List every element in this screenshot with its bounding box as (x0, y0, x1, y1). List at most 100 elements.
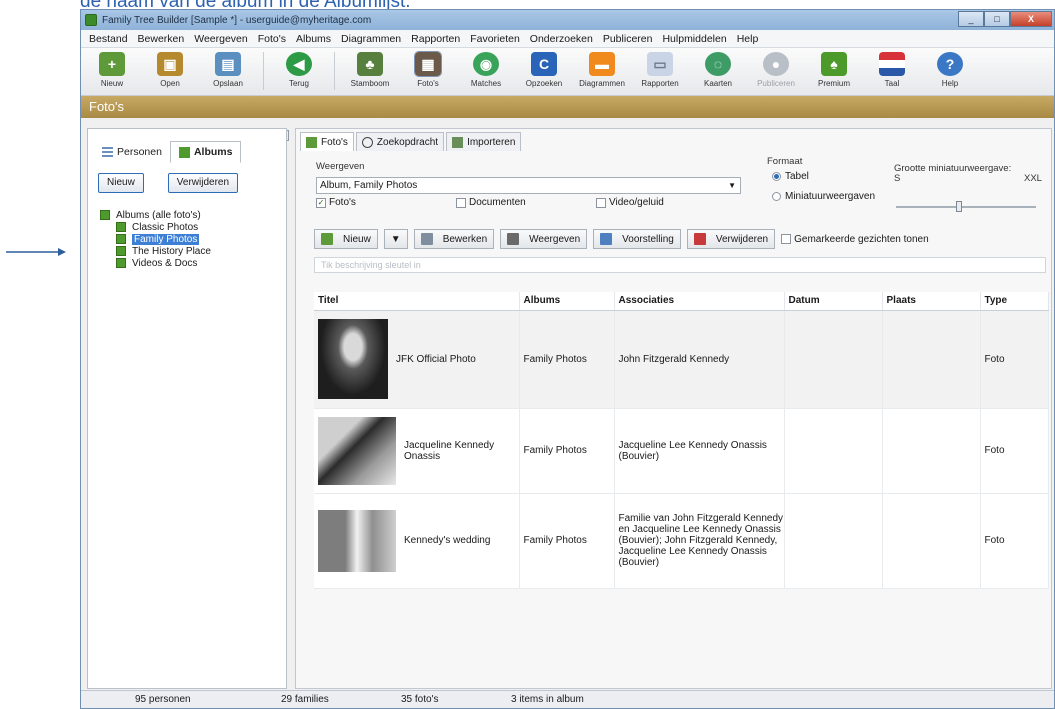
menu-albums[interactable]: Albums (291, 33, 336, 45)
tree-label: Albums (alle foto's) (116, 209, 201, 221)
toolbar: + Nieuw ▣ Open ▤ Opslaan ◀ Terug ♣ Stamboom ▦… (81, 48, 1054, 96)
status-families: 29 families (281, 694, 329, 705)
delete-photo-button[interactable]: Verwijderen (686, 229, 776, 249)
new-icon: + (99, 52, 125, 76)
menu-weergeven[interactable]: Weergeven (189, 33, 253, 45)
tree-item-classic-photos[interactable]: Classic Photos (100, 221, 286, 233)
thumb-size-max: XXL (1024, 173, 1042, 184)
video-checkbox[interactable]: Video/geluid (596, 197, 664, 208)
new-photo-icon (321, 233, 333, 245)
toolbar-matches-button[interactable]: ◉ Matches (463, 52, 509, 88)
close-button[interactable]: X (1010, 11, 1052, 27)
column-header-date[interactable]: Datum (784, 292, 883, 311)
section-title: Foto's (81, 96, 1054, 118)
tree-item-history-place[interactable]: The History Place (100, 245, 286, 257)
photos-checkbox[interactable]: ✓ Foto's (316, 197, 356, 208)
view-label: Weergeven (316, 161, 365, 172)
menu-hulpmiddelen[interactable]: Hulpmiddelen (657, 33, 731, 45)
left-pane: Personen Albums Nieuw Verwijderen Albums… (87, 128, 287, 689)
minimize-button[interactable]: _ (958, 11, 984, 27)
column-header-place[interactable]: Plaats (882, 292, 981, 311)
toolbar-tree-button[interactable]: ♣ Stamboom (347, 52, 393, 88)
tab-fotos[interactable]: Foto's (300, 132, 354, 151)
format-table-radio[interactable]: Tabel (772, 171, 809, 182)
radio-icon (772, 192, 781, 201)
view-icon (507, 233, 520, 245)
menu-fotos[interactable]: Foto's (253, 33, 291, 45)
toolbar-reports-button[interactable]: ▭ Rapporten (637, 52, 683, 88)
toolbar-map-button[interactable]: ◌ Kaarten (695, 52, 741, 88)
toolbar-publish-button[interactable]: ● Publiceren (753, 52, 799, 88)
tab-label: Zoekopdracht (376, 136, 439, 148)
menu-bewerken[interactable]: Bewerken (133, 33, 190, 45)
column-header-associations[interactable]: Associaties (614, 292, 785, 311)
new-album-button[interactable]: Nieuw (98, 173, 144, 193)
menu-publiceren[interactable]: Publiceren (598, 33, 658, 45)
toolbar-charts-button[interactable]: ▬ Diagrammen (579, 52, 625, 88)
toolbar-language-button[interactable]: Taal (869, 52, 915, 88)
toolbar-help-button[interactable]: ? Help (927, 52, 973, 88)
cell-album: Family Photos (519, 408, 615, 494)
tab-label: Foto's (321, 136, 348, 148)
reports-icon: ▭ (647, 52, 673, 76)
cell-title: Kennedy's wedding (404, 535, 491, 546)
photos-table: Titel Albums Associaties Datum Plaats Ty… (314, 292, 1049, 589)
toolbar-label: Opzoeken (525, 79, 563, 88)
table-row[interactable]: JFK Official Photo Family Photos John Fi… (314, 310, 1049, 409)
new-photo-button[interactable]: Nieuw (314, 229, 378, 249)
cell-date (784, 493, 883, 589)
checkbox-icon (456, 197, 466, 208)
toolbar-label: Taal (884, 79, 900, 88)
tab-personen[interactable]: Personen (94, 141, 170, 163)
thumb-size-slider-track[interactable] (896, 206, 1036, 208)
menu-bestand[interactable]: Bestand (84, 33, 133, 45)
album-icon (178, 146, 190, 158)
action-label: Nieuw (343, 233, 371, 245)
menu-rapporten[interactable]: Rapporten (406, 33, 465, 45)
tree-root[interactable]: Albums (alle foto's) (100, 209, 286, 221)
delete-icon (693, 233, 706, 245)
photo-thumbnail (318, 319, 388, 399)
action-label: Voorstelling (622, 233, 674, 245)
view-photo-button[interactable]: Weergeven (500, 229, 588, 249)
column-header-albums[interactable]: Albums (519, 292, 615, 311)
thumb-size-slider-handle[interactable] (956, 201, 962, 212)
toolbar-new-button[interactable]: + Nieuw (89, 52, 135, 88)
show-faces-checkbox[interactable]: Gemarkeerde gezichten tonen (781, 234, 929, 245)
new-dropdown-button[interactable]: ▼ (383, 229, 408, 249)
menu-favorieten[interactable]: Favorieten (465, 33, 525, 45)
toolbar-photos-button[interactable]: ▦ Foto's (405, 51, 451, 88)
menu-onderzoeken[interactable]: Onderzoeken (525, 33, 598, 45)
toolbar-label: Open (160, 79, 180, 88)
delete-album-button[interactable]: Verwijderen (167, 173, 239, 193)
tree-item-family-photos[interactable]: Family Photos (100, 233, 286, 245)
table-row[interactable]: Kennedy's wedding Family Photos Familie … (314, 493, 1049, 589)
format-thumbs-radio[interactable]: Miniatuurweergaven (772, 191, 875, 202)
tree-item-videos-docs[interactable]: Videos & Docs (100, 257, 286, 269)
toolbar-label: Matches (470, 79, 502, 88)
menu-help[interactable]: Help (732, 33, 764, 45)
cell-associations: Familie van John Fitzgerald Kennedy en J… (614, 493, 785, 589)
view-select[interactable]: Album, Family Photos ▼ (316, 177, 741, 194)
tab-albums[interactable]: Albums (169, 141, 242, 163)
column-header-type[interactable]: Type (980, 292, 1049, 311)
edit-photo-button[interactable]: Bewerken (413, 229, 495, 249)
toolbar-lookup-button[interactable]: C Opzoeken (521, 52, 567, 88)
format-label: Formaat (767, 156, 803, 167)
help-icon: ? (937, 52, 963, 76)
right-pane: Foto's Zoekopdracht Importeren Weergeven… (295, 128, 1052, 689)
tab-importeren[interactable]: Importeren (446, 132, 522, 151)
documents-checkbox[interactable]: Documenten (456, 197, 526, 208)
slideshow-button[interactable]: Voorstelling (593, 229, 681, 249)
keyword-search-input[interactable]: Tik beschrijving sleutel in (314, 257, 1046, 273)
toolbar-back-button[interactable]: ◀ Terug (276, 52, 322, 88)
column-header-title[interactable]: Titel (314, 292, 520, 311)
menu-diagrammen[interactable]: Diagrammen (336, 33, 406, 45)
toolbar-open-button[interactable]: ▣ Open (147, 52, 193, 88)
tab-label: Albums (193, 146, 233, 158)
table-row[interactable]: Jacqueline Kennedy Onassis Family Photos… (314, 408, 1049, 494)
toolbar-premium-button[interactable]: ♠ Premium (811, 52, 857, 88)
toolbar-save-button[interactable]: ▤ Opslaan (205, 52, 251, 88)
tab-zoekopdracht[interactable]: Zoekopdracht (355, 132, 445, 151)
maximize-button[interactable]: □ (984, 11, 1010, 27)
